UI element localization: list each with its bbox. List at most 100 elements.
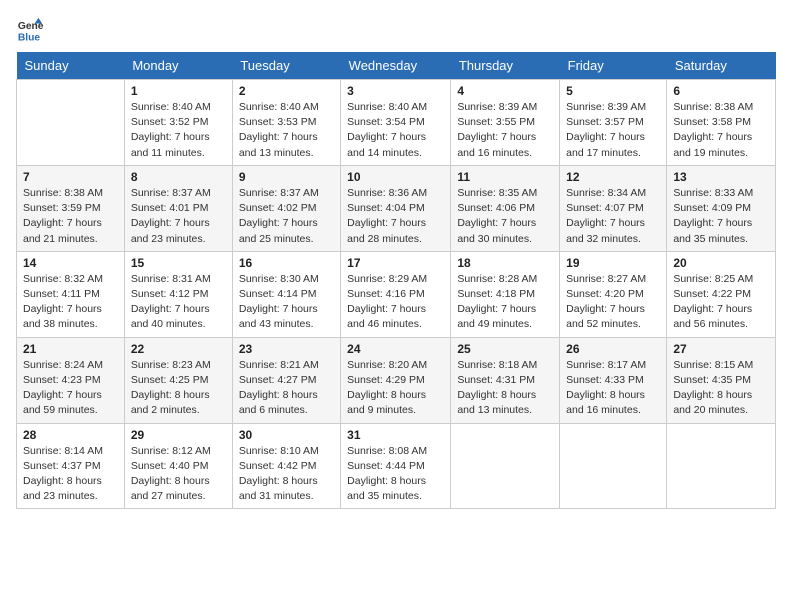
calendar-body: 1Sunrise: 8:40 AMSunset: 3:52 PMDaylight… xyxy=(17,80,776,509)
calendar-cell: 7 Sunrise: 8:38 AMSunset: 3:59 PMDaylight… xyxy=(17,165,125,251)
day-info: Sunrise: 8:39 AMSunset: 3:55 PMDaylight:… xyxy=(457,100,553,161)
day-info: Sunrise: 8:18 AMSunset: 4:31 PMDaylight:… xyxy=(457,358,553,419)
calendar-cell: 8 Sunrise: 8:37 AMSunset: 4:01 PMDaylight… xyxy=(124,165,232,251)
calendar-cell: 5 Sunrise: 8:39 AMSunset: 3:57 PMDaylight… xyxy=(560,80,667,166)
day-info: Sunrise: 8:40 AMSunset: 3:52 PMDaylight:… xyxy=(131,100,226,161)
day-info: Sunrise: 8:34 AMSunset: 4:07 PMDaylight:… xyxy=(566,186,660,247)
calendar-cell: 17 Sunrise: 8:29 AMSunset: 4:16 PMDayligh… xyxy=(341,251,451,337)
day-number: 3 xyxy=(347,84,444,98)
day-info: Sunrise: 8:12 AMSunset: 4:40 PMDaylight:… xyxy=(131,444,226,505)
calendar-cell: 22 Sunrise: 8:23 AMSunset: 4:25 PMDayligh… xyxy=(124,337,232,423)
column-header-sunday: Sunday xyxy=(17,52,125,80)
calendar-cell: 2 Sunrise: 8:40 AMSunset: 3:53 PMDaylight… xyxy=(232,80,340,166)
column-header-thursday: Thursday xyxy=(451,52,560,80)
day-info: Sunrise: 8:20 AMSunset: 4:29 PMDaylight:… xyxy=(347,358,444,419)
calendar-cell: 16Sunrise: 8:30 AMSunset: 4:14 PMDayligh… xyxy=(232,251,340,337)
day-number: 29 xyxy=(131,428,226,442)
day-info: Sunrise: 8:36 AMSunset: 4:04 PMDaylight:… xyxy=(347,186,444,247)
day-info: Sunrise: 8:27 AMSunset: 4:20 PMDaylight:… xyxy=(566,272,660,333)
day-info: Sunrise: 8:14 AMSunset: 4:37 PMDaylight:… xyxy=(23,444,118,505)
calendar-cell: 12 Sunrise: 8:34 AMSunset: 4:07 PMDayligh… xyxy=(560,165,667,251)
day-info: Sunrise: 8:40 AMSunset: 3:54 PMDaylight:… xyxy=(347,100,444,161)
day-info: Sunrise: 8:35 AMSunset: 4:06 PMDaylight:… xyxy=(457,186,553,247)
day-number: 28 xyxy=(23,428,118,442)
day-info: Sunrise: 8:37 AMSunset: 4:02 PMDaylight:… xyxy=(239,186,334,247)
calendar-week-row: 14 Sunrise: 8:32 AMSunset: 4:11 PMDayligh… xyxy=(17,251,776,337)
calendar-cell: 11 Sunrise: 8:35 AMSunset: 4:06 PMDayligh… xyxy=(451,165,560,251)
day-info: Sunrise: 8:33 AMSunset: 4:09 PMDaylight:… xyxy=(673,186,769,247)
day-info: Sunrise: 8:21 AMSunset: 4:27 PMDaylight:… xyxy=(239,358,334,419)
day-number: 15 xyxy=(131,256,226,270)
day-info: Sunrise: 8:40 AMSunset: 3:53 PMDaylight:… xyxy=(239,100,334,161)
calendar-header-row: SundayMondayTuesdayWednesdayThursdayFrid… xyxy=(17,52,776,80)
day-number: 23 xyxy=(239,342,334,356)
calendar-cell: 24 Sunrise: 8:20 AMSunset: 4:29 PMDayligh… xyxy=(341,337,451,423)
calendar-cell: 27 Sunrise: 8:15 AMSunset: 4:35 PMDayligh… xyxy=(667,337,776,423)
day-info: Sunrise: 8:39 AMSunset: 3:57 PMDaylight:… xyxy=(566,100,660,161)
day-number: 18 xyxy=(457,256,553,270)
day-number: 14 xyxy=(23,256,118,270)
column-header-friday: Friday xyxy=(560,52,667,80)
calendar-cell xyxy=(667,423,776,509)
day-info: Sunrise: 8:32 AMSunset: 4:11 PMDaylight:… xyxy=(23,272,118,333)
day-number: 31 xyxy=(347,428,444,442)
day-info: Sunrise: 8:37 AMSunset: 4:01 PMDaylight:… xyxy=(131,186,226,247)
calendar-cell: 30Sunrise: 8:10 AMSunset: 4:42 PMDayligh… xyxy=(232,423,340,509)
day-number: 8 xyxy=(131,170,226,184)
calendar-cell: 19Sunrise: 8:27 AMSunset: 4:20 PMDayligh… xyxy=(560,251,667,337)
day-number: 27 xyxy=(673,342,769,356)
day-number: 22 xyxy=(131,342,226,356)
calendar-cell xyxy=(451,423,560,509)
calendar-cell: 1Sunrise: 8:40 AMSunset: 3:52 PMDaylight… xyxy=(124,80,232,166)
day-number: 7 xyxy=(23,170,118,184)
day-info: Sunrise: 8:15 AMSunset: 4:35 PMDaylight:… xyxy=(673,358,769,419)
day-number: 6 xyxy=(673,84,769,98)
day-number: 4 xyxy=(457,84,553,98)
day-info: Sunrise: 8:29 AMSunset: 4:16 PMDaylight:… xyxy=(347,272,444,333)
day-number: 2 xyxy=(239,84,334,98)
calendar-cell: 10 Sunrise: 8:36 AMSunset: 4:04 PMDayligh… xyxy=(341,165,451,251)
calendar-cell: 23 Sunrise: 8:21 AMSunset: 4:27 PMDayligh… xyxy=(232,337,340,423)
svg-text:Blue: Blue xyxy=(18,32,41,43)
day-info: Sunrise: 8:23 AMSunset: 4:25 PMDaylight:… xyxy=(131,358,226,419)
day-number: 21 xyxy=(23,342,118,356)
day-number: 9 xyxy=(239,170,334,184)
calendar-week-row: 28 Sunrise: 8:14 AMSunset: 4:37 PMDayligh… xyxy=(17,423,776,509)
day-number: 25 xyxy=(457,342,553,356)
day-number: 10 xyxy=(347,170,444,184)
calendar-week-row: 7 Sunrise: 8:38 AMSunset: 3:59 PMDaylight… xyxy=(17,165,776,251)
day-number: 24 xyxy=(347,342,444,356)
day-number: 13 xyxy=(673,170,769,184)
day-info: Sunrise: 8:17 AMSunset: 4:33 PMDaylight:… xyxy=(566,358,660,419)
calendar-cell: 20Sunrise: 8:25 AMSunset: 4:22 PMDayligh… xyxy=(667,251,776,337)
calendar-cell: 9 Sunrise: 8:37 AMSunset: 4:02 PMDaylight… xyxy=(232,165,340,251)
calendar-cell: 18 Sunrise: 8:28 AMSunset: 4:18 PMDayligh… xyxy=(451,251,560,337)
logo: General Blue xyxy=(16,16,44,44)
calendar-cell: 26 Sunrise: 8:17 AMSunset: 4:33 PMDayligh… xyxy=(560,337,667,423)
day-info: Sunrise: 8:38 AMSunset: 3:58 PMDaylight:… xyxy=(673,100,769,161)
day-info: Sunrise: 8:25 AMSunset: 4:22 PMDaylight:… xyxy=(673,272,769,333)
column-header-tuesday: Tuesday xyxy=(232,52,340,80)
day-info: Sunrise: 8:31 AMSunset: 4:12 PMDaylight:… xyxy=(131,272,226,333)
day-number: 17 xyxy=(347,256,444,270)
day-info: Sunrise: 8:08 AMSunset: 4:44 PMDaylight:… xyxy=(347,444,444,505)
day-number: 12 xyxy=(566,170,660,184)
column-header-wednesday: Wednesday xyxy=(341,52,451,80)
day-info: Sunrise: 8:38 AMSunset: 3:59 PMDaylight:… xyxy=(23,186,118,247)
calendar-cell: 3 Sunrise: 8:40 AMSunset: 3:54 PMDaylight… xyxy=(341,80,451,166)
day-number: 26 xyxy=(566,342,660,356)
calendar-cell: 14 Sunrise: 8:32 AMSunset: 4:11 PMDayligh… xyxy=(17,251,125,337)
calendar-cell: 31 Sunrise: 8:08 AMSunset: 4:44 PMDayligh… xyxy=(341,423,451,509)
calendar-cell: 6 Sunrise: 8:38 AMSunset: 3:58 PMDaylight… xyxy=(667,80,776,166)
day-number: 11 xyxy=(457,170,553,184)
calendar-cell: 28 Sunrise: 8:14 AMSunset: 4:37 PMDayligh… xyxy=(17,423,125,509)
column-header-saturday: Saturday xyxy=(667,52,776,80)
day-info: Sunrise: 8:28 AMSunset: 4:18 PMDaylight:… xyxy=(457,272,553,333)
calendar-cell: 13 Sunrise: 8:33 AMSunset: 4:09 PMDayligh… xyxy=(667,165,776,251)
calendar-cell xyxy=(17,80,125,166)
day-info: Sunrise: 8:30 AMSunset: 4:14 PMDaylight:… xyxy=(239,272,334,333)
calendar-week-row: 1Sunrise: 8:40 AMSunset: 3:52 PMDaylight… xyxy=(17,80,776,166)
day-number: 5 xyxy=(566,84,660,98)
calendar-cell: 21Sunrise: 8:24 AMSunset: 4:23 PMDayligh… xyxy=(17,337,125,423)
calendar-cell: 15 Sunrise: 8:31 AMSunset: 4:12 PMDayligh… xyxy=(124,251,232,337)
